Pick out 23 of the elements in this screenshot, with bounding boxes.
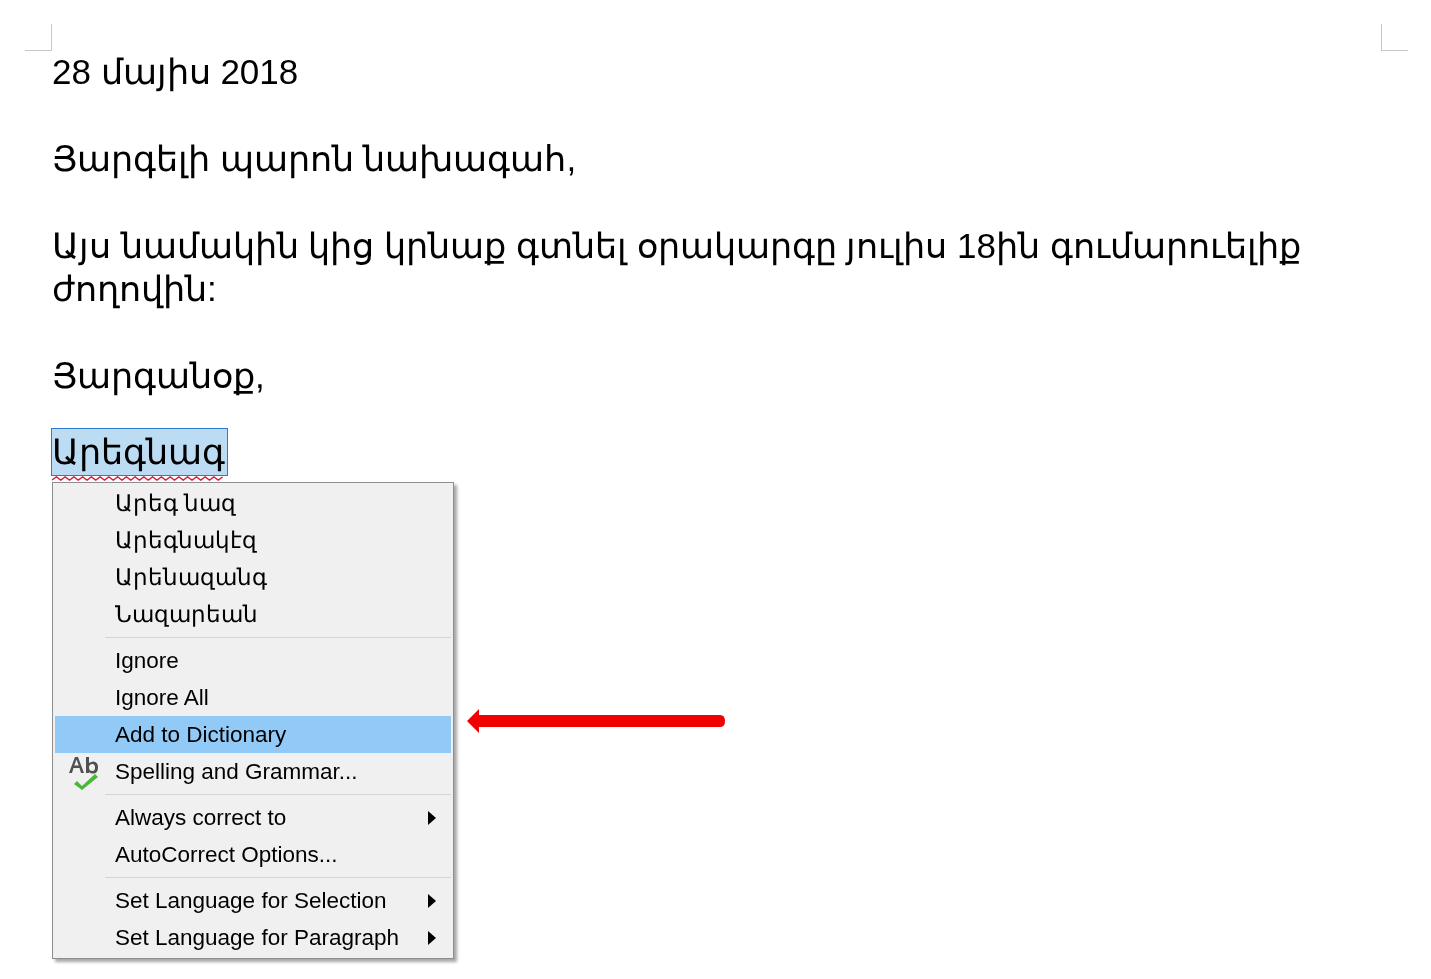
paragraph-text: Այս նամակին կից կրնաք գտնել օրակարգը յուլիս 18ին գումարուելիք ժողովին: xyxy=(52,225,1302,310)
menu-item[interactable]: Set Language for Paragraph xyxy=(55,919,451,956)
suggestion-menu-item[interactable]: Արեգնակէզ xyxy=(55,522,451,559)
menu-item[interactable]: Spelling and Grammar... xyxy=(55,753,451,790)
misspelled-word[interactable]: Արեգնագ xyxy=(52,429,227,475)
suggestion-menu-item[interactable]: Նազարեան xyxy=(55,596,451,633)
submenu-arrow-icon xyxy=(427,894,437,908)
submenu-arrow-icon xyxy=(427,811,437,825)
paragraph-text: Յարգանօք, xyxy=(52,355,266,397)
paragraph-text: 28 մայիս 2018 xyxy=(52,51,300,93)
menu-item[interactable]: AutoCorrect Options... xyxy=(55,836,451,873)
margin-corner-mark xyxy=(1381,24,1408,51)
suggestion-menu-item[interactable]: Արենազանգ xyxy=(55,559,451,596)
margin-corner-mark xyxy=(25,24,52,51)
menu-item[interactable]: Add to Dictionary xyxy=(55,716,451,753)
suggestion-menu-item[interactable]: Արեգ նազ xyxy=(55,485,451,522)
menu-item[interactable]: Ignore xyxy=(55,642,451,679)
menu-item[interactable]: Set Language for Selection xyxy=(55,882,451,919)
paragraph-text: Յարգելի պարոն նախագահ, xyxy=(52,138,578,180)
spelling-check-icon xyxy=(67,755,101,791)
menu-item[interactable]: Ignore All xyxy=(55,679,451,716)
menu-item[interactable]: Always correct to xyxy=(55,799,451,836)
submenu-arrow-icon xyxy=(427,931,437,945)
